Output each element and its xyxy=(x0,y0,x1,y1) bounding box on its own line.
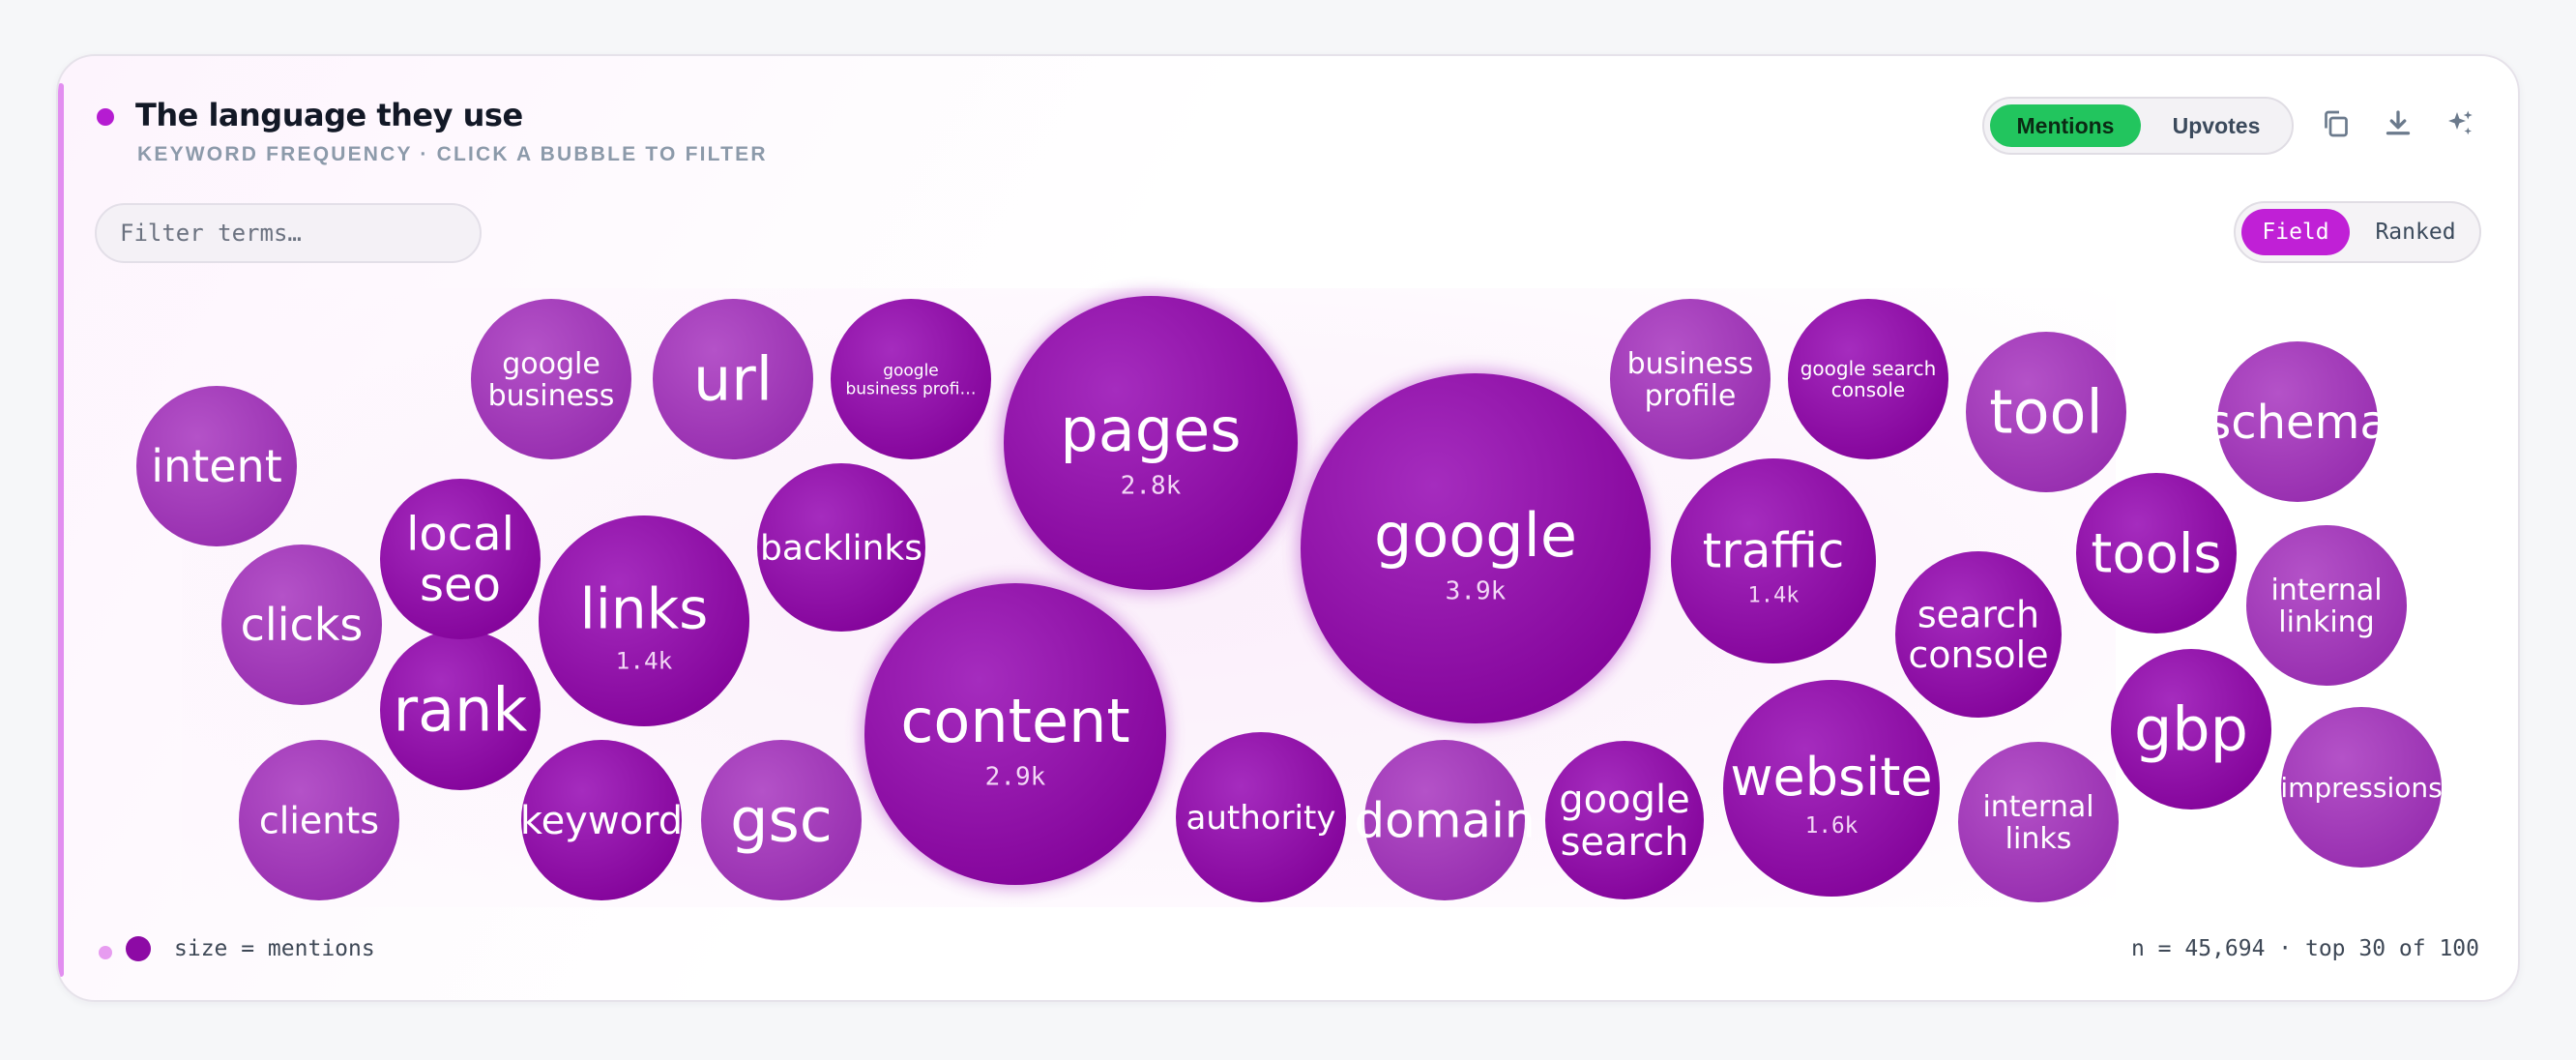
bubble-label: tool xyxy=(1989,377,2102,448)
bubble-label: authority xyxy=(1186,799,1336,838)
bubble-label: intent xyxy=(151,440,281,492)
bubble-label: internal xyxy=(2270,574,2382,607)
bubble-label: keyword xyxy=(520,799,683,843)
bubble-label: internal xyxy=(1982,790,2093,824)
bubble-label: google search xyxy=(1800,357,1937,380)
bubble-url[interactable]: url xyxy=(653,299,813,459)
bubble-label: traffic xyxy=(1703,523,1845,579)
bubble-google-search-console[interactable]: google searchconsole xyxy=(1788,299,1948,459)
bubble-label: url xyxy=(693,344,773,415)
bubble-label: search xyxy=(1561,820,1689,865)
bubble-label: clients xyxy=(259,799,379,841)
bubble-label: google xyxy=(883,362,939,381)
bubble-tools[interactable]: tools xyxy=(2076,473,2237,633)
bubble-label: search xyxy=(1917,593,2039,635)
bubble-google-business[interactable]: googlebusiness xyxy=(471,299,631,459)
bubble-internal-linking[interactable]: internallinking xyxy=(2246,525,2407,686)
bubble-label: content xyxy=(900,686,1129,756)
bubble-traffic[interactable]: traffic 1.4k xyxy=(1671,458,1876,663)
bubble-label: google xyxy=(502,347,600,381)
bubble-keyword[interactable]: keyword xyxy=(520,740,683,900)
bubble-label: profile xyxy=(1645,379,1737,413)
legend-small-dot xyxy=(99,946,112,959)
bubble-label: linking xyxy=(2278,605,2374,639)
bubble-links[interactable]: links 1.4k xyxy=(539,515,749,726)
bubble-google-business-profi[interactable]: googlebusiness profi… xyxy=(831,299,991,459)
bubble-label: clicks xyxy=(241,599,364,651)
bubble-domain[interactable]: domain xyxy=(1354,740,1536,900)
bubble-label: console xyxy=(1831,378,1905,401)
bubble-clicks[interactable]: clicks xyxy=(221,545,382,705)
bubble-clients[interactable]: clients xyxy=(239,740,399,900)
bubble-internal-links[interactable]: internallinks xyxy=(1958,742,2119,902)
bubble-rank[interactable]: rank xyxy=(380,630,541,790)
bubble-label: backlinks xyxy=(760,529,922,569)
bubble-label: links xyxy=(580,576,709,642)
bubble-google[interactable]: google 3.9k xyxy=(1297,369,1654,727)
bubble-label: business profi… xyxy=(845,379,976,398)
bubble-count: 3.9k xyxy=(1446,577,1507,606)
bubble-count: 1.4k xyxy=(1748,584,1800,608)
keyword-panel: The language they use KEYWORD FREQUENCY … xyxy=(56,54,2520,1002)
bubble-impressions[interactable]: impressions xyxy=(2280,707,2443,868)
bubble-count: 2.8k xyxy=(1121,472,1182,501)
footer-stats: n = 45,694 · top 30 of 100 xyxy=(2130,936,2479,961)
bubble-count: 2.9k xyxy=(985,763,1046,792)
bubble-label: google xyxy=(1374,500,1577,571)
bubble-label: local xyxy=(406,507,514,561)
bubble-label: google xyxy=(1559,778,1689,822)
bubble-label: seo xyxy=(420,558,501,612)
bubble-label: impressions xyxy=(2280,772,2442,804)
bubble-website[interactable]: website 1.6k xyxy=(1723,680,1940,897)
bubble-count: 1.4k xyxy=(616,646,673,674)
bubble-label: gbp xyxy=(2134,694,2248,765)
bubble-label: pages xyxy=(1060,395,1241,465)
bubble-search-console[interactable]: searchconsole xyxy=(1895,551,2062,718)
bubble-google-search[interactable]: googlesearch xyxy=(1545,741,1704,899)
bubble-label: gsc xyxy=(730,785,833,856)
bubble-count: 1.6k xyxy=(1805,813,1859,839)
bubble-label: business xyxy=(1627,347,1754,381)
bubble-gbp[interactable]: gbp xyxy=(2111,649,2271,810)
bubble-tool[interactable]: tool xyxy=(1966,332,2126,492)
bubble-label: rank xyxy=(394,675,528,746)
bubble-backlinks[interactable]: backlinks xyxy=(757,463,925,632)
bubble-chart: google 3.9k content 2.9k pages 2.8k website 1.6… xyxy=(136,292,2443,902)
bubble-business-profile[interactable]: businessprofile xyxy=(1610,299,1771,459)
bubble-label: schema xyxy=(2207,396,2388,450)
bubble-gsc[interactable]: gsc xyxy=(701,740,862,900)
bubble-label: domain xyxy=(1354,793,1535,849)
legend-label: size = mentions xyxy=(174,936,375,961)
bubble-label: links xyxy=(2005,822,2072,856)
bubble-label: tools xyxy=(2091,523,2221,586)
bubble-label: website xyxy=(1730,747,1932,808)
bubble-authority[interactable]: authority xyxy=(1176,732,1346,902)
bubble-label: business xyxy=(488,379,615,413)
bubble-intent[interactable]: intent xyxy=(136,386,297,546)
bubble-content[interactable]: content 2.9k xyxy=(861,579,1170,889)
legend-large-dot xyxy=(126,936,151,961)
bubble-pages[interactable]: pages 2.8k xyxy=(1000,292,1302,594)
bubble-schema[interactable]: schema xyxy=(2207,341,2388,502)
bubble-local-seo[interactable]: localseo xyxy=(380,479,541,639)
bubble-label: console xyxy=(1908,633,2048,676)
